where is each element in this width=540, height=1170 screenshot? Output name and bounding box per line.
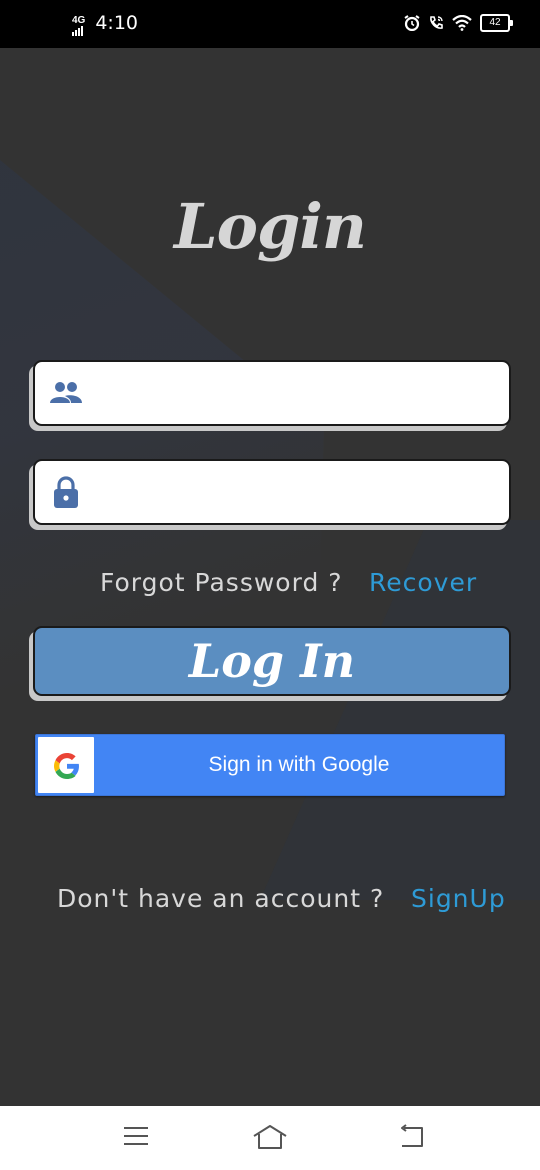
clock-time: 4:10 xyxy=(95,12,139,34)
google-signin-button[interactable]: Sign in with Google xyxy=(35,734,505,796)
username-input[interactable] xyxy=(107,370,501,416)
signup-link[interactable]: SignUp xyxy=(411,884,506,913)
status-right: 42 xyxy=(404,14,513,32)
battery-icon: 42 xyxy=(480,14,513,32)
status-bar: 4G 4:10 42 xyxy=(0,0,540,48)
username-field[interactable] xyxy=(33,360,511,426)
signal-icon xyxy=(72,22,83,36)
recover-link[interactable]: Recover xyxy=(369,568,477,597)
google-icon xyxy=(54,753,79,779)
battery-level: 42 xyxy=(489,17,501,28)
password-input[interactable] xyxy=(107,469,501,515)
google-button-label: Sign in with Google xyxy=(208,753,390,776)
alarm-icon xyxy=(404,15,420,31)
signal-group: 4G xyxy=(72,14,85,36)
call-icon xyxy=(430,16,443,29)
google-logo-box xyxy=(38,737,94,793)
menu-icon[interactable] xyxy=(122,1124,150,1148)
no-account-text: Don't have an account ? xyxy=(57,884,385,913)
wifi-icon xyxy=(452,15,472,31)
home-icon[interactable] xyxy=(252,1124,288,1150)
system-nav-bar xyxy=(0,1106,540,1170)
users-icon xyxy=(50,382,82,403)
page-title: Login xyxy=(174,190,367,263)
lock-icon xyxy=(54,476,78,508)
login-button[interactable]: Log In xyxy=(33,626,511,696)
forgot-password-text: Forgot Password ? xyxy=(100,568,343,597)
status-left: 4G 4:10 xyxy=(72,12,139,36)
back-icon[interactable] xyxy=(396,1124,426,1150)
password-field[interactable] xyxy=(33,459,511,525)
